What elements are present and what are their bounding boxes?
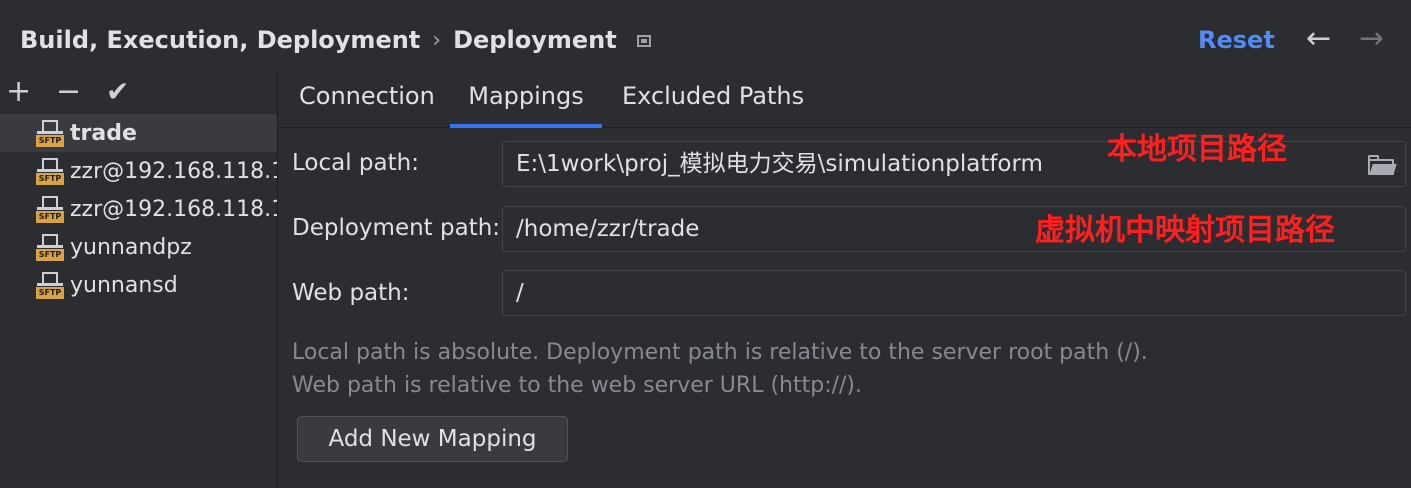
hint-line-1: Local path is absolute. Deployment path … xyxy=(292,340,1148,365)
add-new-mapping-button[interactable]: Add New Mapping xyxy=(297,416,568,462)
reset-button[interactable]: Reset xyxy=(1198,26,1275,54)
deployment-tabs: Connection Mappings Excluded Paths xyxy=(279,70,1411,128)
tab-mappings[interactable]: Mappings xyxy=(450,80,602,128)
web-path-field[interactable]: / xyxy=(502,270,1406,316)
back-arrow-icon[interactable]: ← xyxy=(1306,24,1331,54)
server-item-trade[interactable]: SFTP trade xyxy=(0,114,277,152)
forward-arrow-icon[interactable]: → xyxy=(1359,24,1384,54)
server-toolbar: + − ✔ xyxy=(0,70,278,114)
add-server-icon[interactable]: + xyxy=(6,74,31,110)
web-path-value: / xyxy=(516,280,524,306)
server-item-yunnansd[interactable]: SFTP yunnansd xyxy=(0,266,277,304)
server-list-panel: + − ✔ SFTP trade SFTP zzr@192.168.118.1 … xyxy=(0,70,278,488)
sftp-server-icon: SFTP xyxy=(36,271,64,299)
local-path-value: E:\1work\proj_模拟电力交易\simulationplatform xyxy=(516,151,1043,177)
browse-folder-icon[interactable] xyxy=(1367,155,1397,175)
breadcrumb: Build, Execution, Deployment › Deploymen… xyxy=(20,26,651,54)
server-name: yunnansd xyxy=(70,272,178,298)
project-scope-icon xyxy=(636,35,651,47)
local-path-label: Local path: xyxy=(292,150,419,176)
server-name: yunnandpz xyxy=(70,234,192,260)
server-name: zzr@192.168.118.1 xyxy=(70,196,277,222)
sftp-server-icon: SFTP xyxy=(36,157,64,185)
sftp-server-icon: SFTP xyxy=(36,195,64,223)
tab-connection[interactable]: Connection xyxy=(299,80,435,128)
web-path-label: Web path: xyxy=(292,280,410,306)
server-name: trade xyxy=(70,120,137,146)
set-default-check-icon[interactable]: ✔ xyxy=(106,74,129,110)
hint-line-2: Web path is relative to the web server U… xyxy=(292,373,863,398)
breadcrumb-separator-icon: › xyxy=(432,27,442,53)
local-path-annotation: 本地项目路径 xyxy=(1107,132,1287,167)
server-list: SFTP trade SFTP zzr@192.168.118.1 SFTP z… xyxy=(0,114,277,304)
server-item-yunnandpz[interactable]: SFTP yunnandpz xyxy=(0,228,277,266)
breadcrumb-current: Deployment xyxy=(453,26,617,54)
remove-server-icon[interactable]: − xyxy=(56,74,81,110)
deployment-path-label: Deployment path: xyxy=(292,215,501,241)
server-name: zzr@192.168.118.1 xyxy=(70,158,277,184)
sftp-server-icon: SFTP xyxy=(36,233,64,261)
tab-excluded-paths[interactable]: Excluded Paths xyxy=(622,80,804,128)
sftp-server-icon: SFTP xyxy=(36,119,64,147)
breadcrumb-parent[interactable]: Build, Execution, Deployment xyxy=(20,26,420,54)
deployment-path-annotation: 虚拟机中映射项目路径 xyxy=(1035,213,1335,248)
server-item-zzr-2[interactable]: SFTP zzr@192.168.118.1 xyxy=(0,190,277,228)
deployment-path-value: /home/zzr/trade xyxy=(516,216,700,242)
server-item-zzr-1[interactable]: SFTP zzr@192.168.118.1 xyxy=(0,152,277,190)
